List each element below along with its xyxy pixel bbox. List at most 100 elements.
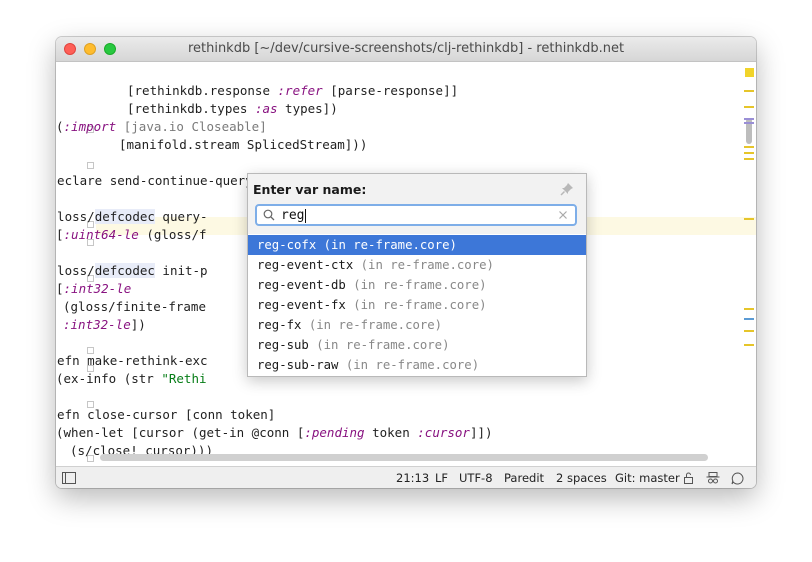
code-token: (defn make-rethink-exc: [56, 353, 208, 368]
var-namespace: (in re-frame.core): [345, 298, 487, 312]
error-stripe-mark[interactable]: [744, 218, 754, 220]
error-stripe-mark[interactable]: [744, 122, 754, 124]
indent-setting[interactable]: 2 spaces: [556, 471, 607, 485]
error-stripe-mark[interactable]: [744, 318, 754, 320]
var-name: reg-event-db: [257, 278, 346, 292]
code-token: (gloss/: [56, 263, 95, 278]
code-line: (gloss/finite-frame: [63, 298, 206, 316]
code-token: :pending: [304, 425, 365, 440]
code-token: query-: [154, 209, 208, 224]
code-token: :int32-le: [63, 281, 132, 296]
error-stripe-mark[interactable]: [744, 106, 754, 108]
code-token: :import: [63, 119, 117, 134]
code-token: :cursor: [417, 425, 470, 440]
var-namespace: (in re-frame.core): [301, 318, 443, 332]
code-token: (gloss/: [56, 209, 95, 224]
code-line: :int32-le]): [63, 316, 146, 334]
code-token: [manifold.stream SplicedStream])): [119, 137, 368, 152]
var-name: reg-sub-raw: [257, 358, 339, 372]
inspector-icon[interactable]: [706, 472, 720, 485]
file-encoding[interactable]: UTF-8: [459, 471, 493, 485]
code-token: (ex-info (str: [56, 371, 162, 386]
var-result-item[interactable]: reg-event-ctx (in re-frame.core): [248, 255, 586, 275]
error-stripe-mark[interactable]: [744, 118, 754, 120]
var-name: reg-fx: [257, 318, 302, 332]
var-namespace: (in re-frame.core): [338, 358, 480, 372]
code-token: :refer: [277, 83, 323, 98]
var-result-item[interactable]: reg-event-fx (in re-frame.core): [248, 295, 586, 315]
var-namespace: (in re-frame.core): [316, 238, 457, 252]
var-name: reg-sub: [257, 338, 309, 352]
code-token: [rethinkdb.types: [127, 101, 255, 116]
notifications-icon[interactable]: [731, 472, 744, 485]
code-line: [:uint64-le (gloss/f: [56, 226, 207, 244]
tool-windows-icon[interactable]: [62, 472, 76, 484]
title-bar: rethinkdb [~/dev/cursive-screenshots/clj…: [56, 37, 756, 62]
code-token: (gloss/f: [138, 227, 207, 242]
error-stripe-mark[interactable]: [744, 158, 754, 160]
var-namespace: (in re-frame.core): [308, 338, 450, 352]
code-token: (when-let [cursor (get-in @conn [: [56, 425, 305, 440]
code-token: types]): [277, 101, 338, 116]
code-token: :int32-le: [63, 317, 131, 332]
code-token: ]): [130, 317, 146, 332]
code-token: "Rethi: [161, 371, 207, 386]
clear-icon[interactable]: [557, 209, 569, 221]
var-namespace: (in re-frame.core): [345, 278, 487, 292]
line-separator[interactable]: LF: [435, 471, 448, 485]
structural-edit-mode[interactable]: Paredit: [504, 471, 544, 485]
code-token: defcodec: [94, 263, 155, 278]
code-line: [rethinkdb.response :refer [parse-respon…: [127, 82, 458, 100]
var-name: reg-cofx: [257, 238, 317, 252]
popup-header: Enter var name: reg: [248, 174, 586, 234]
fold-marker[interactable]: [87, 162, 94, 169]
status-bar: 21:13 LF UTF-8 Paredit 2 spaces Git: mas…: [56, 466, 756, 488]
pin-icon[interactable]: [560, 182, 574, 196]
code-line: (:import [java.io Closeable]: [56, 118, 267, 136]
code-line: (gloss/defcodec init-p: [56, 262, 208, 280]
code-line: (defn close-cursor [conn token]: [56, 406, 275, 424]
inspection-status-icon[interactable]: [745, 68, 754, 77]
code-token: (: [56, 119, 64, 134]
var-search-input[interactable]: reg: [255, 204, 577, 226]
code-token: token: [364, 425, 418, 440]
error-stripe-mark[interactable]: [744, 152, 754, 154]
code-token: init-p: [154, 263, 208, 278]
code-token: [rethinkdb.response: [127, 83, 278, 98]
vcs-branch[interactable]: Git: master: [615, 471, 680, 485]
code-token: (defn close-cursor [conn token]: [56, 407, 276, 422]
code-token: (gloss/finite-frame: [63, 299, 206, 314]
goto-var-popup: Enter var name: reg reg-cofx (in re-fram…: [247, 173, 587, 377]
code-token: [parse-response]]: [322, 83, 459, 98]
code-line: [rethinkdb.types :as types]): [127, 100, 338, 118]
error-stripe-mark[interactable]: [744, 344, 754, 346]
window-title: rethinkdb [~/dev/cursive-screenshots/clj…: [187, 41, 625, 56]
var-name: reg-event-ctx: [257, 258, 354, 272]
code-token: :uint64-le: [63, 227, 139, 242]
var-result-item[interactable]: reg-sub (in re-frame.core): [248, 335, 586, 355]
code-line: (ex-info (str "Rethi: [56, 370, 207, 388]
code-token: [: [56, 281, 64, 296]
code-token: :as: [254, 101, 278, 116]
error-stripe-mark[interactable]: [744, 90, 754, 92]
code-line: [manifold.stream SplicedStream])): [119, 136, 367, 154]
popup-label: Enter var name:: [253, 182, 367, 197]
code-token: ]]): [469, 425, 493, 440]
lock-icon[interactable]: [683, 472, 695, 484]
code-line: (defn make-rethink-exc: [56, 352, 208, 370]
var-result-item[interactable]: reg-fx (in re-frame.core): [248, 315, 586, 335]
code-line: (when-let [cursor (get-in @conn [:pendin…: [56, 424, 493, 442]
horizontal-scrollbar[interactable]: [100, 454, 708, 461]
search-query: reg: [281, 208, 307, 223]
var-result-item[interactable]: reg-sub-raw (in re-frame.core): [248, 355, 586, 375]
var-name: reg-event-fx: [257, 298, 346, 312]
error-stripe-mark[interactable]: [744, 330, 754, 332]
var-result-item[interactable]: reg-event-db (in re-frame.core): [248, 275, 586, 295]
error-stripe-mark[interactable]: [744, 146, 754, 148]
search-icon: [263, 209, 275, 221]
code-line: [:int32-le: [56, 280, 131, 298]
error-stripe-mark[interactable]: [744, 308, 754, 310]
code-token: [java.io Closeable]: [116, 119, 267, 134]
var-result-item[interactable]: reg-cofx (in re-frame.core): [248, 235, 586, 255]
cursor-position[interactable]: 21:13: [396, 471, 429, 485]
